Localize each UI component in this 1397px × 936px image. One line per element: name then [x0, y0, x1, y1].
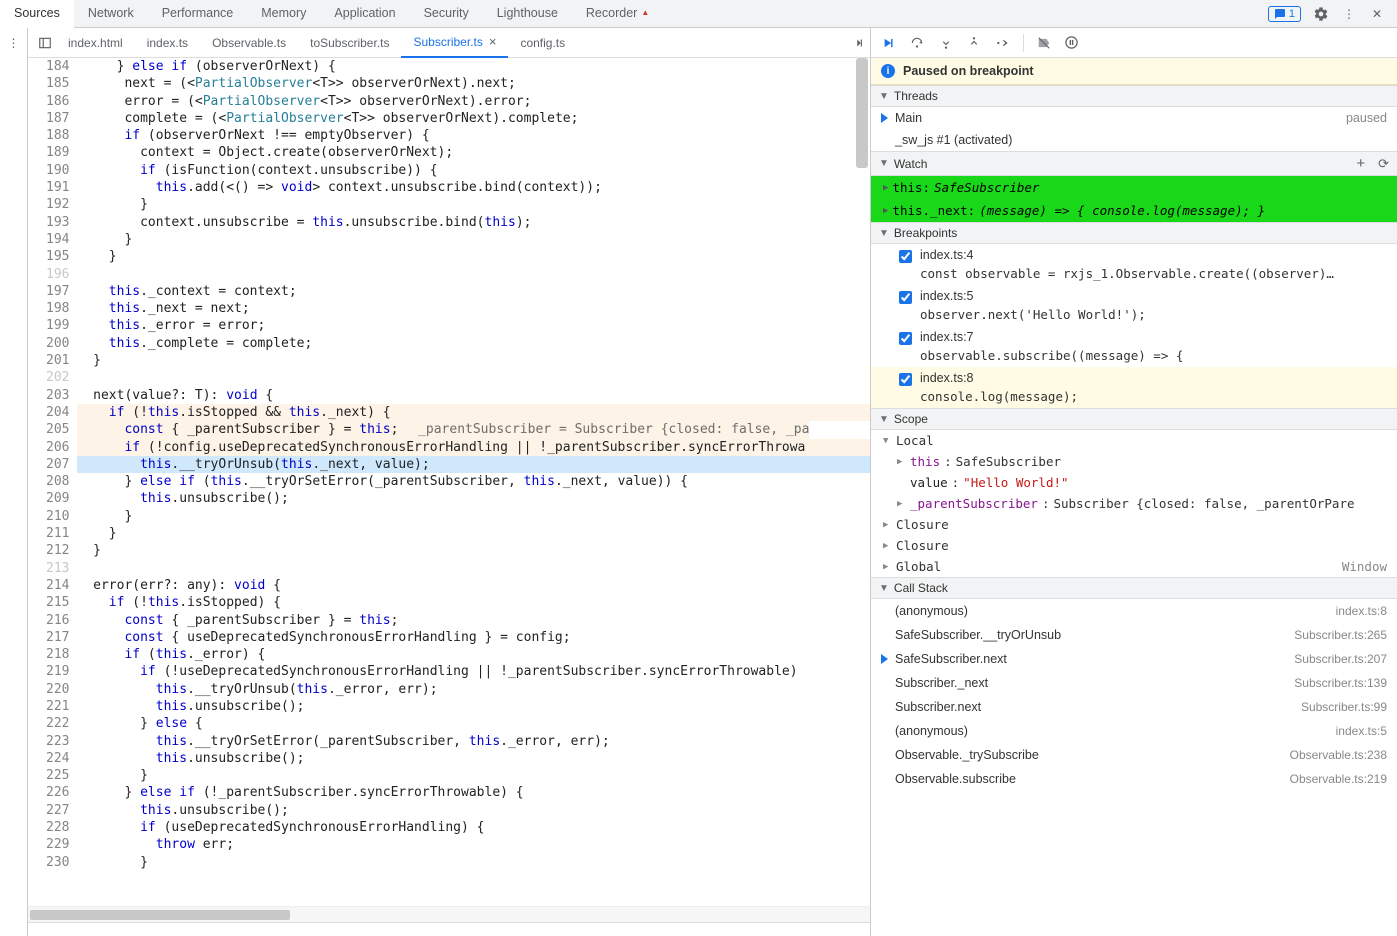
scope-header[interactable]: ▼Scope	[871, 408, 1397, 430]
step-over-icon[interactable]	[909, 36, 925, 50]
more-icon[interactable]: ⋮	[1341, 6, 1357, 22]
devtools-tab-lighthouse[interactable]: Lighthouse	[483, 0, 572, 28]
breakpoint-checkbox[interactable]	[899, 373, 912, 386]
devtools-tab-application[interactable]: Application	[320, 0, 409, 28]
devtools-tab-security[interactable]: Security	[410, 0, 483, 28]
scope-title: Scope	[894, 412, 928, 426]
info-icon: i	[881, 64, 895, 78]
scope-variable[interactable]: ▶ _parentSubscriber: Subscriber {closed:…	[871, 493, 1397, 514]
add-watch-icon[interactable]: +	[1356, 155, 1365, 172]
settings-icon[interactable]	[1313, 6, 1329, 22]
callstack-frame[interactable]: Subscriber.nextSubscriber.ts:99	[871, 695, 1397, 719]
watch-expression[interactable]: ▶ this: SafeSubscriber	[871, 176, 1397, 199]
watch-expression[interactable]: ▶ this._next: (message) => { console.log…	[871, 199, 1397, 222]
watch-title: Watch	[894, 157, 928, 171]
file-tab[interactable]: Subscriber.ts×	[401, 28, 508, 58]
file-tab[interactable]: toSubscriber.ts	[298, 28, 401, 58]
pause-exceptions-icon[interactable]	[1064, 35, 1079, 50]
callstack-header[interactable]: ▼Call Stack	[871, 577, 1397, 599]
callstack-frame[interactable]: (anonymous)index.ts:8	[871, 599, 1397, 623]
messages-badge[interactable]: 1	[1268, 6, 1301, 22]
sources-nav-collapsed: ⋮	[0, 28, 28, 936]
code-editor[interactable]: 1841851861871881891901911921931941951961…	[28, 58, 870, 906]
callstack-frame[interactable]: SafeSubscriber.nextSubscriber.ts:207	[871, 647, 1397, 671]
toggle-navigator-icon[interactable]	[34, 36, 56, 50]
threads-header[interactable]: ▼Threads	[871, 85, 1397, 107]
devtools-tabbar: SourcesNetworkPerformanceMemoryApplicati…	[0, 0, 1397, 28]
breakpoint-row[interactable]: index.ts:8console.log(message);	[871, 367, 1397, 408]
close-devtools-icon[interactable]: ✕	[1369, 6, 1385, 22]
file-tab[interactable]: index.ts	[135, 28, 200, 58]
messages-count: 1	[1289, 8, 1295, 20]
devtools-tab-memory[interactable]: Memory	[247, 0, 320, 28]
breakpoint-checkbox[interactable]	[899, 332, 912, 345]
threads-title: Threads	[894, 89, 938, 103]
scope-global[interactable]: ▶ GlobalWindow	[871, 556, 1397, 577]
breakpoints-header[interactable]: ▼Breakpoints	[871, 222, 1397, 244]
callstack-frame[interactable]: (anonymous)index.ts:5	[871, 719, 1397, 743]
breakpoint-checkbox[interactable]	[899, 250, 912, 263]
step-icon[interactable]	[995, 36, 1011, 50]
file-tab[interactable]: index.html	[56, 28, 135, 58]
callstack-frame[interactable]: Observable.subscribeObservable.ts:219	[871, 767, 1397, 791]
callstack-frame[interactable]: Subscriber._nextSubscriber.ts:139	[871, 671, 1397, 695]
chat-icon	[1274, 8, 1286, 20]
callstack-frame[interactable]: Observable._trySubscribeObservable.ts:23…	[871, 743, 1397, 767]
file-tabs: index.htmlindex.tsObservable.tstoSubscri…	[28, 28, 870, 58]
step-out-icon[interactable]	[967, 36, 981, 50]
scope-variable[interactable]: value: "Hello World!"	[871, 472, 1397, 493]
breakpoint-row[interactable]: index.ts:5observer.next('Hello World!');	[871, 285, 1397, 326]
devtools-tab-recorder[interactable]: Recorder ▲	[572, 0, 663, 28]
step-into-icon[interactable]	[939, 36, 953, 50]
resume-icon[interactable]	[879, 36, 895, 50]
deactivate-breakpoints-icon[interactable]	[1036, 36, 1052, 50]
more-options-icon[interactable]: ⋮	[0, 28, 27, 58]
callstack-title: Call Stack	[894, 581, 948, 595]
paused-message: Paused on breakpoint	[903, 64, 1034, 78]
console-drawer-handle[interactable]	[28, 922, 870, 936]
breakpoints-title: Breakpoints	[894, 226, 957, 240]
paused-banner: i Paused on breakpoint	[871, 58, 1397, 85]
breakpoint-checkbox[interactable]	[899, 291, 912, 304]
debugger-toolbar	[871, 28, 1397, 58]
thread-row[interactable]: Mainpaused	[871, 107, 1397, 129]
watch-header[interactable]: ▼Watch + ⟳	[871, 151, 1397, 176]
file-tab[interactable]: config.ts	[508, 28, 577, 58]
scope-closure[interactable]: ▶ Closure	[871, 514, 1397, 535]
devtools-tab-performance[interactable]: Performance	[148, 0, 248, 28]
close-icon[interactable]: ×	[489, 34, 497, 49]
breakpoint-row[interactable]: index.ts:7observable.subscribe((message)…	[871, 326, 1397, 367]
callstack-frame[interactable]: SafeSubscriber.__tryOrUnsubSubscriber.ts…	[871, 623, 1397, 647]
thread-row[interactable]: _sw_js #1 (activated)	[871, 129, 1397, 151]
scope-local[interactable]: ▼ Local	[871, 430, 1397, 451]
more-tabs-icon[interactable]	[848, 36, 870, 50]
file-tab[interactable]: Observable.ts	[200, 28, 298, 58]
scope-variable[interactable]: ▶ this: SafeSubscriber	[871, 451, 1397, 472]
scope-closure[interactable]: ▶ Closure	[871, 535, 1397, 556]
devtools-tab-sources[interactable]: Sources	[0, 0, 74, 28]
devtools-tab-network[interactable]: Network	[74, 0, 148, 28]
horizontal-scrollbar[interactable]	[28, 906, 870, 922]
refresh-watch-icon[interactable]: ⟳	[1378, 156, 1389, 172]
vertical-scrollbar[interactable]	[856, 58, 868, 906]
breakpoint-row[interactable]: index.ts:4const observable = rxjs_1.Obse…	[871, 244, 1397, 285]
debugger-panel: i Paused on breakpoint ▼Threads Mainpaus…	[870, 28, 1397, 936]
